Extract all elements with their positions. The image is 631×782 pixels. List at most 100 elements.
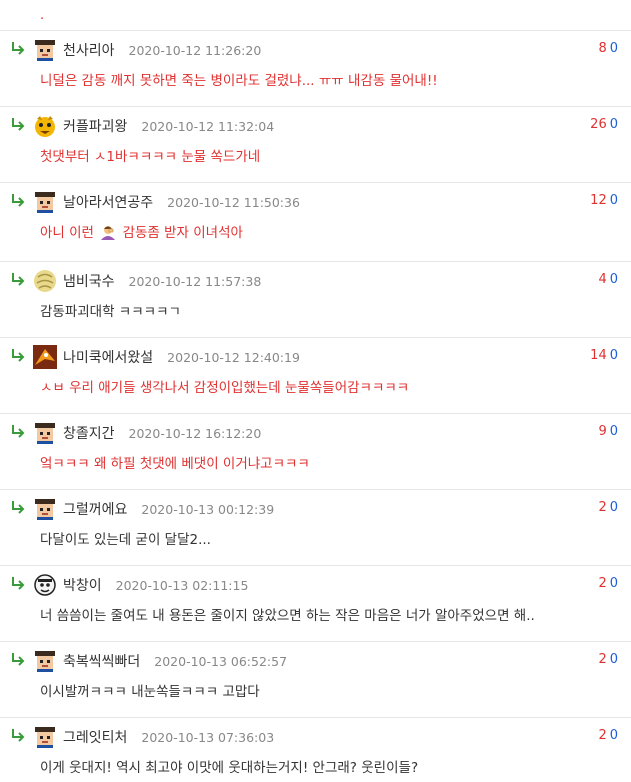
downvote-count[interactable]: 0 <box>610 652 618 667</box>
downvote-count[interactable]: 0 <box>610 348 618 363</box>
downvote-count[interactable]: 0 <box>610 500 618 515</box>
downvote-count[interactable]: 0 <box>610 117 618 132</box>
previous-comment-fragment: . <box>40 8 45 23</box>
comment-date: 2020-10-13 07:36:03 <box>141 730 275 745</box>
vote-counts: 20 <box>598 652 618 667</box>
comment-author[interactable]: 그럴꺼에요 2020-10-13 00:12:39 <box>63 499 274 519</box>
comment-text: 니덜은 감동 깨지 못하면 죽는 병이라도 걸렸냐... ㅠㅠ 내감동 물어내!… <box>40 73 438 89</box>
reply-arrow-icon <box>10 727 26 743</box>
author-name[interactable]: 그럴꺼에요 <box>63 502 127 518</box>
avatar[interactable] <box>33 421 57 445</box>
comment-text: 아니 이런 감동좀 받자 이녀석아 <box>0 219 631 261</box>
avatar[interactable] <box>33 269 57 293</box>
facepalm-person-emoji-icon <box>100 224 116 247</box>
upvote-count[interactable]: 4 <box>598 272 606 287</box>
author-name[interactable]: 나미쿡에서왔설 <box>63 350 153 366</box>
author-name[interactable]: 커플파괴왕 <box>63 119 127 135</box>
comment-item: 냄비국수 2020-10-12 11:57:38 4 0 감동파괴대학 ㅋㅋㅋㅋㄱ <box>0 262 631 338</box>
avatar[interactable] <box>33 345 57 369</box>
author-name[interactable]: 박창이 <box>63 578 102 594</box>
upvote-count[interactable]: 12 <box>590 193 607 208</box>
comment-item: 천사리아 2020-10-12 11:26:20 8 0 니덜은 감동 깨지 못하면 죽… <box>0 31 631 107</box>
downvote-count[interactable]: 0 <box>610 424 618 439</box>
comment-header: 축복씩씩빠더 2020-10-13 06:52:57 2 0 <box>0 642 631 678</box>
upvote-count[interactable]: 14 <box>590 348 607 363</box>
comment-author[interactable]: 냄비국수 2020-10-12 11:57:38 <box>63 271 261 291</box>
avatar[interactable] <box>33 38 57 62</box>
comment-date: 2020-10-12 11:26:20 <box>128 43 262 58</box>
downvote-count[interactable]: 0 <box>610 272 618 287</box>
avatar[interactable] <box>33 497 57 521</box>
comment-header: 커플파괴왕 2020-10-12 11:32:04 26 0 <box>0 107 631 143</box>
upvote-count[interactable]: 2 <box>598 728 606 743</box>
comment-author[interactable]: 그레잇티처 2020-10-13 07:36:03 <box>63 727 274 747</box>
reply-arrow-icon <box>10 423 26 439</box>
avatar[interactable] <box>33 573 57 597</box>
comment-author[interactable]: 날아라서연공주 2020-10-12 11:50:36 <box>63 192 300 212</box>
upvote-count[interactable]: 2 <box>598 652 606 667</box>
downvote-count[interactable]: 0 <box>610 728 618 743</box>
comment-author[interactable]: 나미쿡에서왔설 2020-10-12 12:40:19 <box>63 347 300 367</box>
reply-arrow-icon <box>10 651 26 667</box>
comment-author[interactable]: 천사리아 2020-10-12 11:26:20 <box>63 40 261 60</box>
comment-list: . 천사리아 2020-10-12 11:26:20 8 0 니덜은 감동 깨지 못하면… <box>0 0 631 782</box>
vote-counts: 90 <box>598 424 618 439</box>
vote-counts: 26 0 <box>590 117 618 132</box>
comment-item: 그럴꺼에요 2020-10-13 00:12:39 2 0 다달이도 있는데 굳이 달달… <box>0 490 631 566</box>
comment-date: 2020-10-12 11:32:04 <box>141 119 275 134</box>
avatar[interactable] <box>33 725 57 749</box>
comment-text: 너 씀씀이는 줄여도 내 용돈은 줄이지 않았으면 하는 작은 마음은 너가 알… <box>40 608 535 624</box>
reply-arrow-icon <box>10 271 26 287</box>
comment-text: 이시발꺼ㅋㅋㅋ 내눈쏙들ㅋㅋㅋ 고맙다 <box>40 684 260 700</box>
downvote-count[interactable]: 0 <box>610 41 618 56</box>
comment-item: 커플파괴왕 2020-10-12 11:32:04 26 0 첫댓부터 ㅅ1바ㅋㅋㅋㅋ … <box>0 107 631 183</box>
vote-counts: 20 <box>598 576 618 591</box>
vote-counts: 20 <box>598 728 618 743</box>
downvote-count[interactable]: 0 <box>610 576 618 591</box>
upvote-count[interactable]: 9 <box>598 424 606 439</box>
author-name[interactable]: 축복씩씩빠더 <box>63 654 140 670</box>
downvote-count[interactable]: 0 <box>610 193 618 208</box>
comment-text: 이게 웃대지! 역시 최고야 이맛에 웃대하는거지! 안그래? 웃린이들? <box>40 760 419 776</box>
reply-arrow-icon <box>10 499 26 515</box>
upvote-count[interactable]: 26 <box>590 117 607 132</box>
comment-text: ㅅㅂ 우리 애기들 생각나서 감정이입했는데 눈물쏙들어감ㅋㅋㅋㅋ <box>40 380 410 396</box>
avatar[interactable] <box>33 649 57 673</box>
upvote-count[interactable]: 2 <box>598 576 606 591</box>
reply-arrow-icon <box>10 40 26 56</box>
comment-date: 2020-10-13 00:12:39 <box>141 502 275 517</box>
comment-author[interactable]: 축복씩씩빠더 2020-10-13 06:52:57 <box>63 651 287 671</box>
upvote-count[interactable]: 8 <box>598 41 606 56</box>
comment-author[interactable]: 창졸지간 2020-10-12 16:12:20 <box>63 423 261 443</box>
reply-arrow-icon <box>10 575 26 591</box>
vote-counts: 12 0 <box>590 193 618 208</box>
comment-header: 천사리아 2020-10-12 11:26:20 8 0 <box>0 31 631 67</box>
avatar[interactable] <box>33 190 57 214</box>
comment-header: 박창이 2020-10-13 02:11:15 2 0 <box>0 566 631 602</box>
reply-arrow-icon <box>10 116 26 132</box>
comment-text-part: 감동좀 받자 이녀석아 <box>122 225 243 241</box>
comment-item: 창졸지간 2020-10-12 16:12:20 9 0 엌ㅋㅋㅋ 왜 하필 첫댓에 베… <box>0 414 631 490</box>
vote-counts: 20 <box>598 500 618 515</box>
author-name[interactable]: 날아라서연공주 <box>63 195 153 211</box>
upvote-count[interactable]: 2 <box>598 500 606 515</box>
vote-counts: 14 0 <box>590 348 618 363</box>
comment-date: 2020-10-12 16:12:20 <box>128 426 262 441</box>
author-name[interactable]: 천사리아 <box>63 43 115 59</box>
comment-author[interactable]: 박창이 2020-10-13 02:11:15 <box>63 575 248 595</box>
comment-text: 다달이도 있는데 굳이 달달2... <box>40 532 211 548</box>
comment-date: 2020-10-12 12:40:19 <box>167 350 300 365</box>
comment-item: 나미쿡에서왔설 2020-10-12 12:40:19 14 0 ㅅㅂ 우리 애기들 생… <box>0 338 631 414</box>
comment-item: 박창이 2020-10-13 02:11:15 2 0 너 씀씀이는 줄여도 내 용돈은… <box>0 566 631 642</box>
avatar[interactable] <box>33 114 57 138</box>
comment-date: 2020-10-13 02:11:15 <box>115 578 249 593</box>
comment-author[interactable]: 커플파괴왕 2020-10-12 11:32:04 <box>63 116 274 136</box>
author-name[interactable]: 창졸지간 <box>63 426 115 442</box>
author-name[interactable]: 그레잇티처 <box>63 730 127 746</box>
comment-item: 날아라서연공주 2020-10-12 11:50:36 12 0 아니 이런 감동좀 받… <box>0 183 631 262</box>
comment-date: 2020-10-12 11:57:38 <box>128 274 262 289</box>
author-name[interactable]: 냄비국수 <box>63 274 115 290</box>
comment-header: 냄비국수 2020-10-12 11:57:38 4 0 <box>0 262 631 298</box>
comment-text: 감동파괴대학 ㅋㅋㅋㅋㄱ <box>40 304 181 320</box>
comment-header: 그럴꺼에요 2020-10-13 00:12:39 2 0 <box>0 490 631 526</box>
